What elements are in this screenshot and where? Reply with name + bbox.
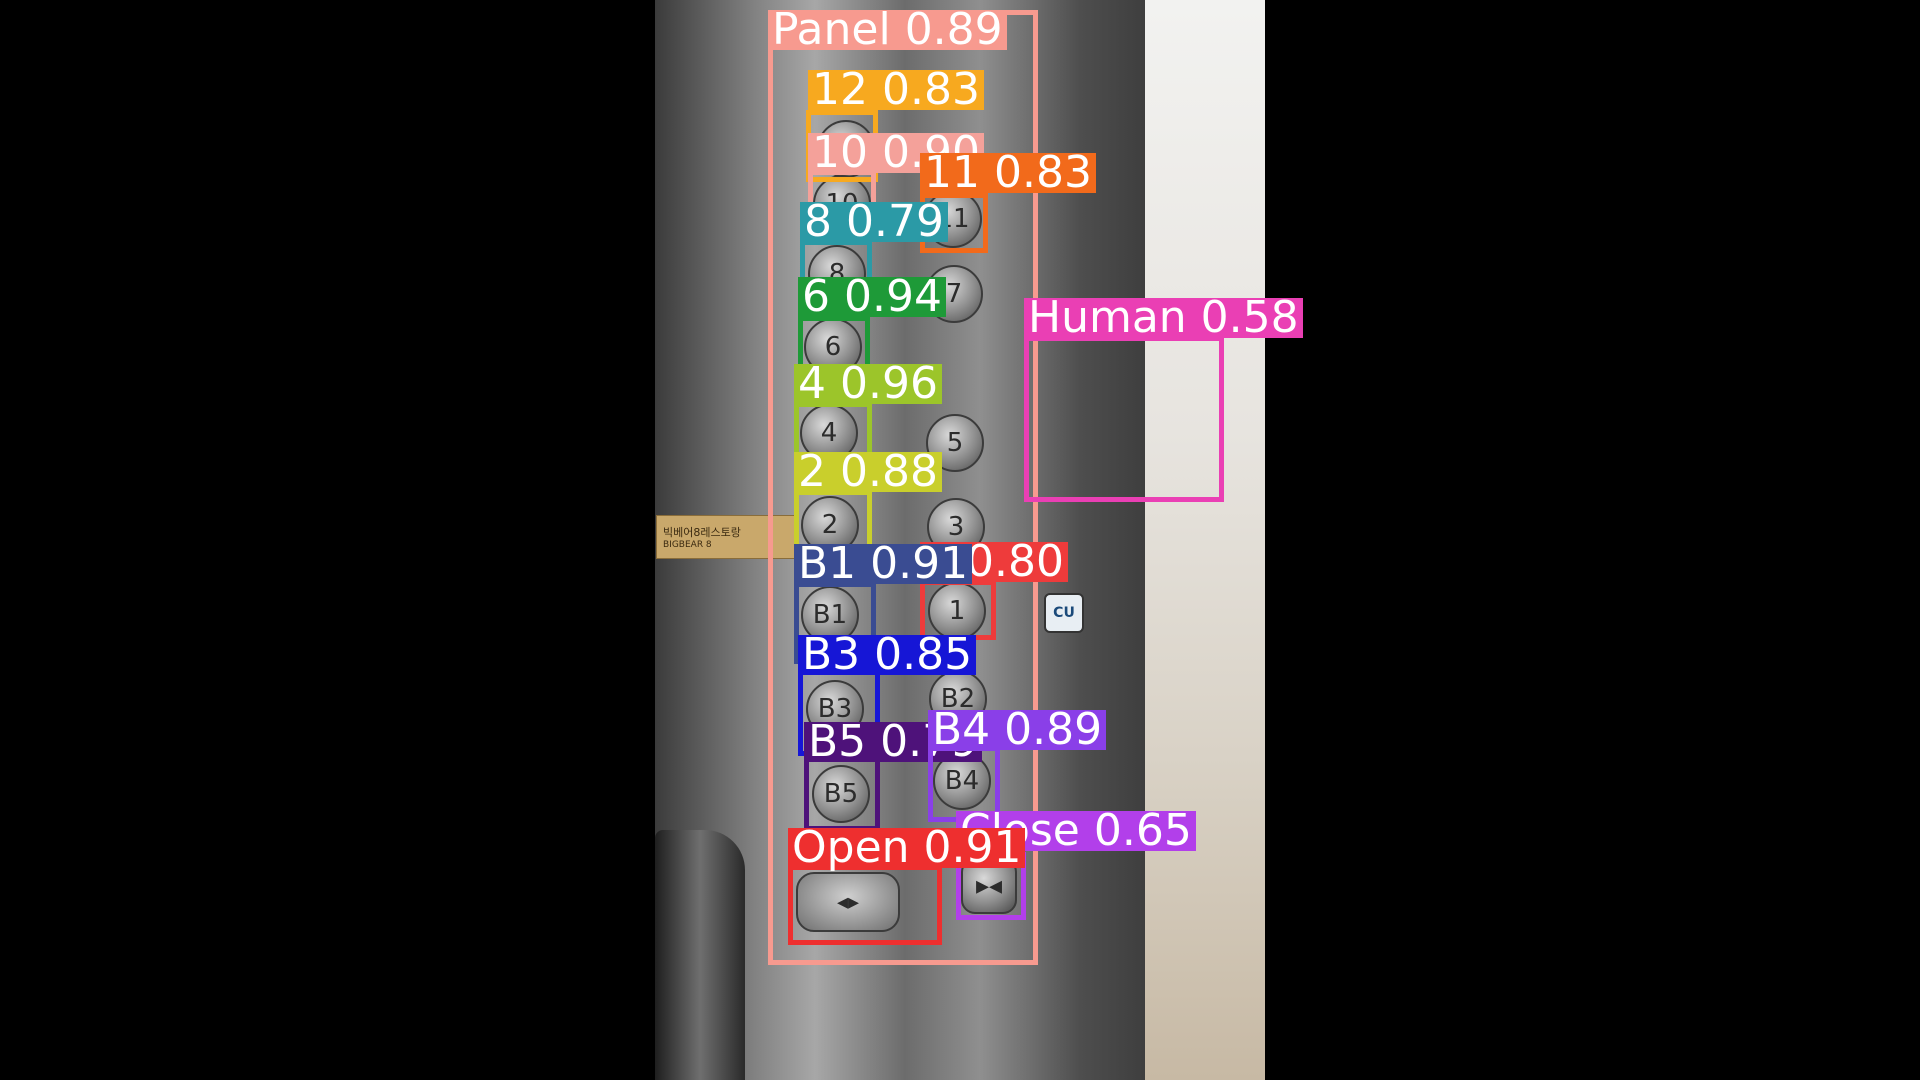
btn12-label: 12 0.83 — [808, 68, 984, 112]
video-frame: 빅베어8레스토랑 BIGBEAR 8 CU 12 10 11 8 6 7 4 5… — [0, 0, 1920, 1080]
btnb1-label: B1 0.91 — [794, 542, 973, 586]
btn4-label: 4 0.96 — [794, 362, 942, 406]
btn2-label: 2 0.88 — [794, 450, 942, 494]
btn6-label: 6 0.94 — [798, 275, 946, 319]
btnb3-label: B3 0.85 — [798, 633, 977, 677]
cu-label: CU — [1053, 605, 1075, 621]
open-box — [788, 865, 942, 945]
panel-label: Panel 0.89 — [768, 8, 1007, 52]
human-box — [1024, 336, 1224, 502]
btn8-label: 8 0.79 — [800, 200, 948, 244]
human-label: Human 0.58 — [1024, 296, 1303, 340]
handrail-pole — [655, 830, 745, 1080]
btn11-label: 11 0.83 — [920, 151, 1096, 195]
wall — [1145, 0, 1265, 1080]
open-label: Open 0.91 — [788, 826, 1026, 870]
cu-badge: CU — [1044, 593, 1084, 633]
btnb5-box — [804, 757, 880, 831]
btnb4-label: B4 0.89 — [928, 708, 1107, 752]
